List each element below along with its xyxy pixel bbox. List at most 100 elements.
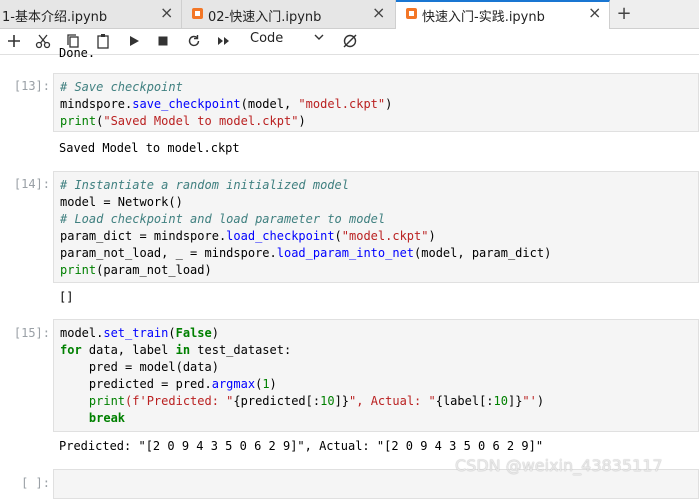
tab-label: 1-基本介绍.ipynb bbox=[2, 10, 108, 25]
code-line: print(f'Predicted: "{predicted[:10]}", A… bbox=[60, 393, 692, 410]
code-line: # Save checkpoint bbox=[60, 79, 692, 96]
code-token: save_checkpoint bbox=[132, 97, 241, 111]
code-line: # Instantiate a random initialized model bbox=[60, 177, 692, 194]
code-token: param_not_load, _ = mindspore. bbox=[60, 246, 277, 260]
code-token: 10 bbox=[493, 394, 508, 408]
tab-basic-intro[interactable]: 1-基本介绍.ipynb × bbox=[0, 0, 182, 28]
run-icon[interactable] bbox=[124, 31, 144, 51]
code-line: print(param_not_load) bbox=[60, 262, 692, 279]
tab-label: 02-快速入门.ipynb bbox=[208, 10, 322, 25]
code-token: 1 bbox=[262, 377, 270, 391]
code-token: print bbox=[88, 394, 126, 408]
code-token: {predicted[: bbox=[233, 394, 321, 408]
close-icon[interactable]: × bbox=[588, 4, 601, 22]
code-token: "Saved Model to model.ckpt" bbox=[103, 114, 299, 128]
code-token: "model.ckpt" bbox=[298, 97, 386, 111]
cell-output: [] bbox=[59, 290, 74, 304]
code-line: for data, label in test_dataset: bbox=[60, 342, 692, 359]
tab-label: 快速入门-实践.ipynb bbox=[422, 10, 545, 25]
tab-quickstart[interactable]: 02-快速入门.ipynb × bbox=[182, 0, 396, 28]
kernel-icon[interactable] bbox=[340, 31, 360, 51]
cell-prompt: [15]: bbox=[13, 326, 50, 340]
code-line: mindspore.save_checkpoint(model, "model.… bbox=[60, 96, 692, 113]
code-token: model = Network() bbox=[60, 195, 183, 209]
code-token: ) bbox=[269, 377, 277, 391]
code-token: ) bbox=[536, 394, 545, 408]
new-tab-button[interactable]: + bbox=[612, 2, 636, 26]
code-token: data, label bbox=[81, 343, 176, 357]
close-icon[interactable]: × bbox=[372, 4, 385, 22]
cell-type-select[interactable]: Code bbox=[250, 31, 283, 46]
cut-icon[interactable] bbox=[33, 31, 53, 51]
code-token: ( bbox=[168, 326, 176, 340]
code-token: pred = model(data) bbox=[60, 360, 219, 374]
code-line: # Load checkpoint and load parameter to … bbox=[60, 211, 692, 228]
code-token: for bbox=[60, 343, 82, 357]
cell-prompt: [14]: bbox=[13, 177, 50, 191]
watermark: CSDN @weixin_43835117 bbox=[455, 456, 663, 475]
code-line: model.set_train(False) bbox=[60, 325, 692, 342]
code-token: # Instantiate a random initialized model bbox=[60, 178, 349, 192]
code-token: (model, bbox=[240, 97, 299, 111]
cell-output: Done. bbox=[59, 46, 96, 60]
code-line: param_dict = mindspore.load_checkpoint("… bbox=[60, 228, 692, 245]
close-icon[interactable]: × bbox=[160, 4, 173, 22]
code-token: in bbox=[175, 343, 191, 357]
code-line: pred = model(data) bbox=[60, 359, 692, 376]
code-token: ) bbox=[385, 97, 393, 111]
paste-icon[interactable] bbox=[93, 31, 113, 51]
code-token: param_dict = mindspore. bbox=[60, 229, 227, 243]
plus-icon[interactable] bbox=[4, 31, 24, 51]
code-token: set_train bbox=[103, 326, 169, 340]
code-token: (model, param_dict) bbox=[414, 246, 552, 260]
fast-forward-icon[interactable] bbox=[214, 31, 234, 51]
stop-icon[interactable] bbox=[153, 31, 173, 51]
code-token: False bbox=[175, 326, 212, 340]
code-line: param_not_load, _ = mindspore.load_param… bbox=[60, 245, 692, 262]
code-token: load_checkpoint bbox=[226, 229, 335, 243]
notebook-icon bbox=[406, 8, 417, 19]
code-token: (param_not_load) bbox=[96, 263, 212, 277]
code-token: ", Actual: " bbox=[349, 394, 436, 408]
code-line: predicted = pred.argmax(1) bbox=[60, 376, 692, 393]
code-cell[interactable]: # Save checkpoint mindspore.save_checkpoi… bbox=[53, 73, 699, 132]
code-token: ) bbox=[428, 229, 436, 243]
code-token: print bbox=[60, 114, 97, 128]
code-token: "' bbox=[522, 394, 537, 408]
code-cell[interactable]: # Instantiate a random initialized model… bbox=[53, 171, 699, 283]
cell-output: Predicted: "[2 0 9 4 3 5 0 6 2 9]", Actu… bbox=[59, 439, 544, 453]
code-token: {label[: bbox=[435, 394, 494, 408]
code-cell[interactable]: model.set_train(False) for data, label in… bbox=[53, 319, 699, 432]
code-token: argmax bbox=[211, 377, 256, 391]
code-line: model = Network() bbox=[60, 194, 692, 211]
code-token: # Load checkpoint and load parameter to … bbox=[60, 212, 386, 226]
code-token: ]} bbox=[507, 394, 523, 408]
code-token: break bbox=[88, 411, 126, 425]
cell-prompt: [ ]: bbox=[21, 476, 50, 490]
cell-output: Saved Model to model.ckpt bbox=[59, 141, 240, 155]
cell-prompt: [13]: bbox=[13, 79, 50, 93]
code-token: 10 bbox=[320, 394, 335, 408]
code-token: ) bbox=[298, 114, 306, 128]
notebook-toolbar: Code bbox=[0, 29, 699, 55]
notebook-icon bbox=[192, 8, 203, 19]
code-token: ]} bbox=[334, 394, 350, 408]
code-token: load_param_into_net bbox=[276, 246, 415, 260]
code-line: break bbox=[60, 410, 692, 427]
code-token: (f'Predicted: " bbox=[125, 394, 234, 408]
chevron-down-icon[interactable] bbox=[314, 31, 324, 46]
code-token: "model.ckpt" bbox=[341, 229, 429, 243]
code-token: test_dataset: bbox=[190, 343, 292, 357]
tab-bar: 1-基本介绍.ipynb × 02-快速入门.ipynb × 快速入门-实践.i… bbox=[0, 0, 699, 29]
code-token: ) bbox=[211, 326, 219, 340]
code-token: mindspore. bbox=[60, 97, 133, 111]
code-token: model. bbox=[60, 326, 104, 340]
code-token: print bbox=[60, 263, 97, 277]
tab-quickstart-practice[interactable]: 快速入门-实践.ipynb × bbox=[396, 0, 610, 29]
code-token: predicted = pred. bbox=[60, 377, 212, 391]
code-token: ( bbox=[334, 229, 342, 243]
restart-icon[interactable] bbox=[184, 31, 204, 51]
code-line: print("Saved Model to model.ckpt") bbox=[60, 113, 692, 130]
